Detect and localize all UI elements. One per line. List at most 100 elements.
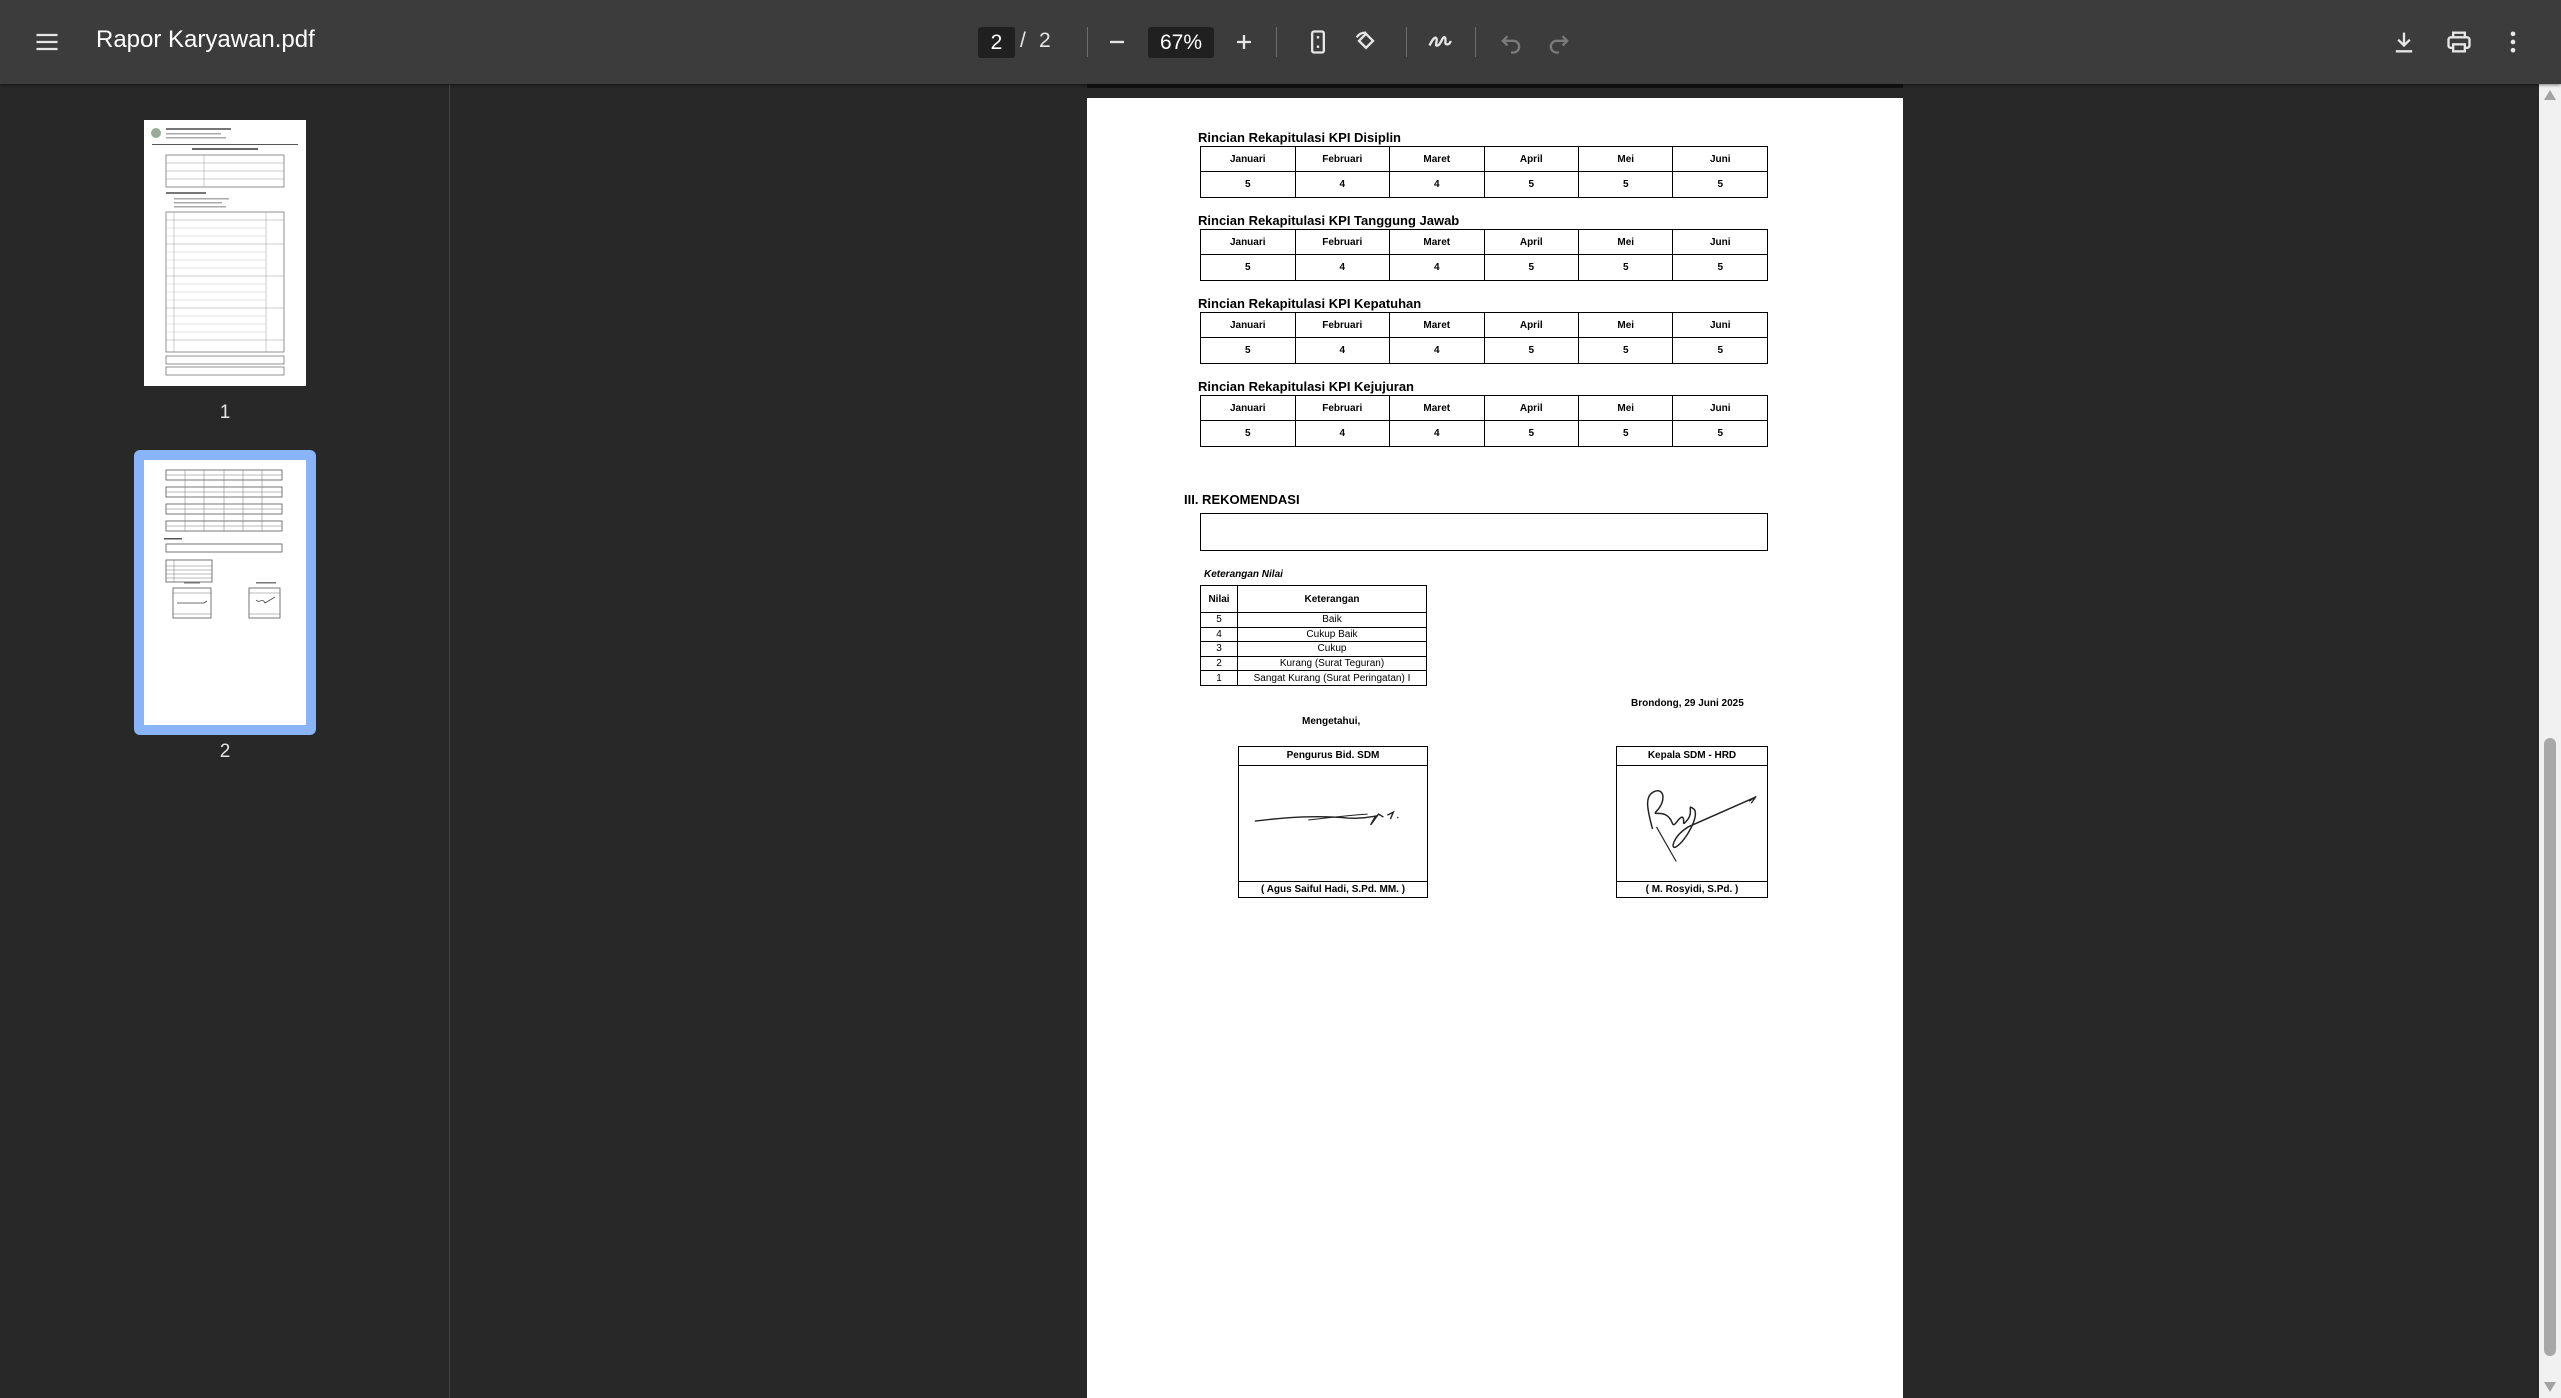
month-header: Mei xyxy=(1577,312,1674,338)
thumbnail-sidebar: 1 2 xyxy=(0,84,450,1398)
kpi-value: 4 xyxy=(1294,420,1391,447)
month-header: Februari xyxy=(1294,146,1391,172)
kpi-table-title: Rincian Rekapitulasi KPI Kepatuhan xyxy=(1198,296,1422,311)
page-thumbnail-1[interactable] xyxy=(144,120,306,386)
month-header: Maret xyxy=(1389,146,1485,172)
kpi-value: 4 xyxy=(1389,171,1485,198)
kpi-table-disiplin: Januari Februari Maret April Mei Juni 5 … xyxy=(1200,146,1768,198)
toolbar-divider xyxy=(1087,27,1088,57)
month-header: Juni xyxy=(1672,229,1768,255)
month-header: Januari xyxy=(1200,395,1296,421)
kpi-table-title: Rincian Rekapitulasi KPI Kejujuran xyxy=(1198,379,1414,394)
kpi-table-tanggung-jawab: Januari Februari Maret April Mei Juni 5 … xyxy=(1200,229,1768,281)
kpi-value: 5 xyxy=(1577,171,1674,198)
kpi-value: 4 xyxy=(1294,337,1391,364)
keterangan-row: 5 Baik xyxy=(1200,612,1427,628)
signature-role: Kepala SDM - HRD xyxy=(1617,747,1767,766)
signature-role: Pengurus Bid. SDM xyxy=(1239,747,1427,766)
kpi-value: 5 xyxy=(1577,337,1674,364)
kpi-value: 5 xyxy=(1483,254,1579,281)
nilai-cell: 4 xyxy=(1200,626,1238,643)
kpi-value: 4 xyxy=(1294,254,1391,281)
month-header: April xyxy=(1483,146,1579,172)
undo-icon[interactable] xyxy=(1487,18,1535,66)
kpi-value: 4 xyxy=(1389,254,1485,281)
kpi-value: 5 xyxy=(1200,171,1296,198)
nilai-cell: 3 xyxy=(1200,641,1238,657)
month-header: Mei xyxy=(1577,146,1674,172)
month-header: Februari xyxy=(1294,312,1391,338)
page-total: 2 xyxy=(1039,29,1051,52)
keterangan-header: Nilai xyxy=(1200,585,1238,613)
kpi-value: 5 xyxy=(1483,420,1579,447)
scroll-up-arrow-icon[interactable] xyxy=(2544,90,2556,100)
signature-box-kepala: Kepala SDM - HRD ( M. Rosyidi, S.Pd. ) xyxy=(1616,746,1768,898)
page-separator: / xyxy=(1020,29,1026,52)
zoom-out-icon[interactable] xyxy=(1093,18,1141,66)
keterangan-header: Keterangan xyxy=(1237,585,1427,613)
signatory-name: ( M. Rosyidi, S.Pd. ) xyxy=(1617,881,1767,897)
kpi-value: 5 xyxy=(1672,337,1768,364)
section-title-rekomendasi: III. REKOMENDASI xyxy=(1184,492,1300,507)
kpi-value: 4 xyxy=(1389,420,1485,447)
kpi-table-title: Rincian Rekapitulasi KPI Disiplin xyxy=(1198,130,1401,145)
kpi-table-kepatuhan: Januari Februari Maret April Mei Juni 5 … xyxy=(1200,312,1768,364)
keterangan-cell: Sangat Kurang (Surat Peringatan) I xyxy=(1237,670,1427,686)
nilai-cell: 5 xyxy=(1200,612,1238,628)
vertical-scrollbar[interactable] xyxy=(2539,84,2561,1398)
keterangan-cell: Cukup xyxy=(1237,641,1427,657)
zoom-in-icon[interactable] xyxy=(1220,18,1268,66)
toolbar-divider xyxy=(1406,27,1407,57)
rotate-icon[interactable] xyxy=(1342,18,1390,66)
month-header: Februari xyxy=(1294,229,1391,255)
mengetahui-label: Mengetahui, xyxy=(1302,716,1361,727)
redo-icon[interactable] xyxy=(1535,18,1583,66)
fit-page-icon[interactable] xyxy=(1294,18,1342,66)
annotate-icon[interactable] xyxy=(1416,18,1464,66)
more-options-icon[interactable] xyxy=(2489,18,2537,66)
kpi-value: 5 xyxy=(1200,420,1296,447)
signatory-name: ( Agus Saiful Hadi, S.Pd. MM. ) xyxy=(1239,881,1427,897)
scroll-down-arrow-icon[interactable] xyxy=(2544,1382,2556,1392)
month-header: Juni xyxy=(1672,312,1768,338)
signature-image xyxy=(1254,810,1399,826)
month-header: Januari xyxy=(1200,146,1296,172)
month-header: April xyxy=(1483,312,1579,338)
thumbnail-label-1: 1 xyxy=(219,402,231,423)
keterangan-row: 3 Cukup xyxy=(1200,641,1427,657)
toolbar-divider xyxy=(1276,27,1277,57)
nilai-cell: 2 xyxy=(1200,655,1238,672)
scrollbar-thumb[interactable] xyxy=(2544,738,2556,1356)
document-viewer[interactable]: Rincian Rekapitulasi KPI Disiplin Januar… xyxy=(451,84,2539,1398)
kpi-value: 5 xyxy=(1672,171,1768,198)
kpi-value: 5 xyxy=(1200,254,1296,281)
page-number-input[interactable]: 2 xyxy=(978,27,1015,58)
signature-image xyxy=(1646,790,1757,862)
kpi-value: 5 xyxy=(1672,420,1768,447)
keterangan-row: 2 Kurang (Surat Teguran) xyxy=(1200,655,1427,672)
keterangan-title: Keterangan Nilai xyxy=(1204,569,1283,580)
month-header: April xyxy=(1483,395,1579,421)
kpi-value: 4 xyxy=(1389,337,1485,364)
toolbar-divider xyxy=(1475,27,1476,57)
month-header: Januari xyxy=(1200,229,1296,255)
kpi-value: 5 xyxy=(1200,337,1296,364)
keterangan-cell: Baik xyxy=(1237,612,1427,628)
document-title: Rapor Karyawan.pdf xyxy=(96,26,315,53)
thumbnail-label-2: 2 xyxy=(219,741,231,762)
print-icon[interactable] xyxy=(2435,18,2483,66)
page-thumbnail-2[interactable] xyxy=(144,460,306,725)
month-header: Maret xyxy=(1389,395,1485,421)
kpi-value: 5 xyxy=(1483,171,1579,198)
zoom-level-input[interactable]: 67% xyxy=(1148,27,1214,58)
hamburger-menu-icon[interactable] xyxy=(23,18,71,66)
month-header: Maret xyxy=(1389,229,1485,255)
month-header: Mei xyxy=(1577,395,1674,421)
pdf-toolbar: Rapor Karyawan.pdf 2 / 2 67% xyxy=(0,0,2561,84)
keterangan-row: 4 Cukup Baik xyxy=(1200,626,1427,643)
month-header: Mei xyxy=(1577,229,1674,255)
keterangan-cell: Cukup Baik xyxy=(1237,626,1427,643)
kpi-value: 5 xyxy=(1577,420,1674,447)
recommendation-box xyxy=(1200,513,1768,551)
download-icon[interactable] xyxy=(2380,18,2428,66)
